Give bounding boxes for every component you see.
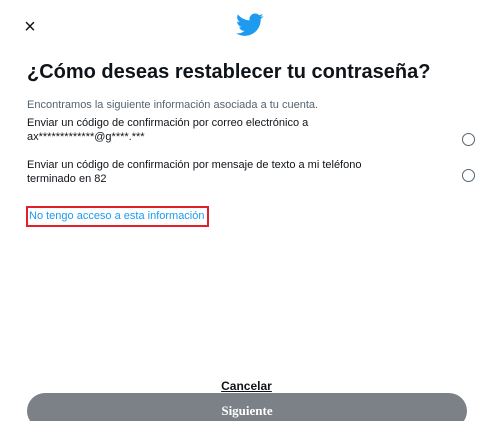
no-access-link[interactable]: No tengo acceso a esta información: [26, 206, 209, 227]
twitter-bird-icon: [236, 13, 264, 37]
page-title: ¿Cómo deseas restablecer tu contraseña?: [27, 61, 431, 83]
option-sms-label: Enviar un código de confirmación por men…: [27, 158, 427, 186]
option-sms-line1: Enviar un código de confirmación por men…: [27, 159, 362, 171]
cancel-link[interactable]: Cancelar: [0, 379, 493, 393]
option-email-address: ax*************@g****.***: [27, 131, 145, 143]
option-email-line1: Enviar un código de confirmación por cor…: [27, 117, 309, 129]
next-button-label: Siguiente: [221, 403, 273, 418]
bottom-crop: [0, 421, 493, 443]
option-sms-line2: terminado en 82: [27, 173, 107, 185]
close-icon: ×: [24, 16, 36, 38]
radio-sms[interactable]: [462, 169, 475, 182]
option-email-label: Enviar un código de confirmación por cor…: [27, 116, 427, 144]
option-email[interactable]: Enviar un código de confirmación por cor…: [27, 116, 477, 152]
option-sms[interactable]: Enviar un código de confirmación por men…: [27, 158, 477, 194]
intro-text: Encontramos la siguiente información aso…: [27, 99, 319, 111]
radio-email[interactable]: [462, 133, 475, 146]
close-button[interactable]: ×: [20, 17, 40, 37]
